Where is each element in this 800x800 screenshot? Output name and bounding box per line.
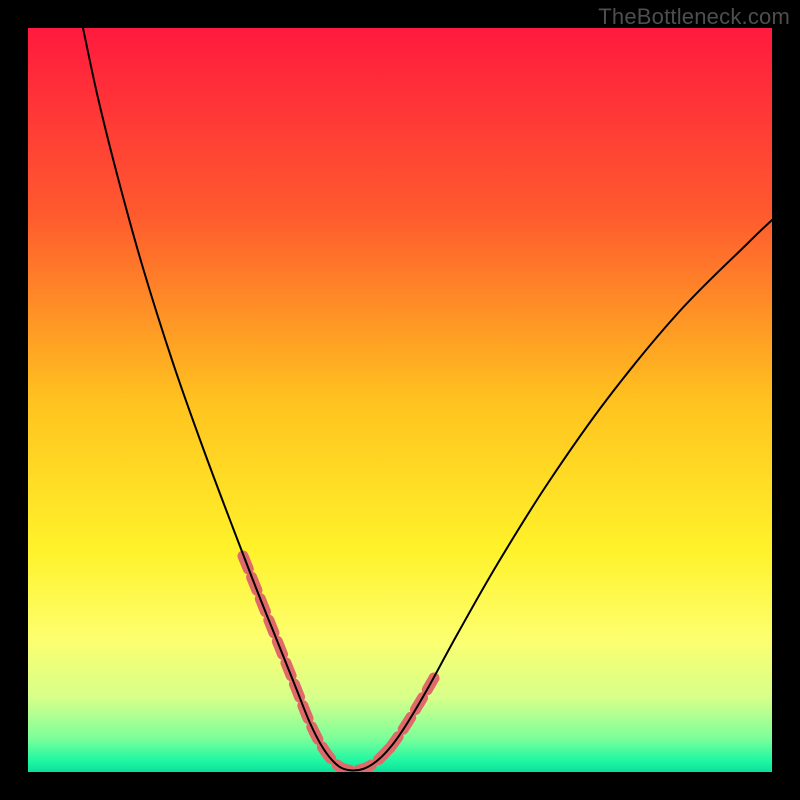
chart-svg (28, 28, 772, 772)
watermark-text: TheBottleneck.com (598, 4, 790, 30)
plot-area (28, 28, 772, 772)
gradient-background (28, 28, 772, 772)
chart-frame: TheBottleneck.com (0, 0, 800, 800)
